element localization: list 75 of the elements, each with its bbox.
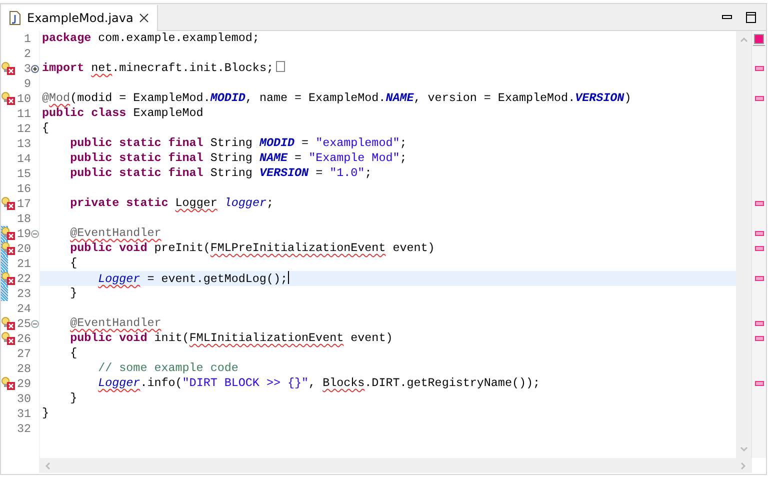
error-quick-fix-icon[interactable] (1, 377, 15, 390)
line-number: 24 (16, 302, 31, 316)
line-number: 20 (16, 242, 31, 256)
line-number: 22 (16, 272, 31, 286)
line-number: 16 (16, 182, 31, 196)
error-quick-fix-icon[interactable] (1, 62, 15, 75)
code-line: { (41, 121, 50, 136)
line-number: 11 (16, 106, 31, 120)
error-marker[interactable] (754, 66, 764, 71)
error-quick-fix-icon[interactable] (1, 92, 15, 105)
code-line: public static final String NAME = "Example Mod"; (69, 151, 407, 166)
line-number: 9 (22, 76, 31, 90)
code-line: private static Logger logger; (69, 196, 274, 211)
line-number: 25 (16, 316, 31, 330)
code-line: public static final String MODID = "examplemod"; (69, 136, 407, 151)
code-line: @Mod(modid = ExampleMod.MODID, name = ExampleMod.NAME, version = ExampleMod.VERSION) (41, 91, 632, 106)
collapse-icon[interactable] (31, 230, 39, 238)
error-marker[interactable] (754, 201, 764, 206)
editor-tab[interactable]: ExampleMod.java (1, 5, 158, 31)
code-line: { (69, 346, 78, 361)
error-quick-fix-icon[interactable] (1, 197, 15, 210)
minimize-icon[interactable] (722, 14, 732, 20)
code-line: @EventHandler (69, 226, 162, 241)
line-number: 30 (16, 392, 31, 406)
code-line: public static final String VERSION = "1.0"; (69, 166, 372, 181)
line-number: 21 (16, 256, 31, 270)
error-marker[interactable] (754, 246, 764, 251)
line-number: 2 (22, 46, 31, 60)
error-quick-fix-icon[interactable] (1, 317, 15, 330)
line-number: 28 (16, 362, 31, 376)
code-line: // some example code (97, 361, 238, 376)
line-number: 19 (16, 226, 31, 240)
java-file-icon (9, 11, 21, 25)
error-marker[interactable] (754, 96, 764, 101)
line-number: 15 (16, 166, 31, 180)
line-number: 17 (16, 196, 31, 210)
error-quick-fix-icon[interactable] (1, 242, 15, 255)
code-line: } (69, 391, 78, 406)
line-number: 31 (16, 406, 31, 420)
line-number: 26 (16, 332, 31, 346)
line-number: 10 (16, 92, 31, 106)
error-marker[interactable] (754, 381, 764, 386)
line-number: 29 (16, 376, 31, 390)
error-quick-fix-icon[interactable] (1, 332, 15, 345)
code-line: public void preInit(FMLPreInitializationEvent event) (69, 241, 435, 256)
line-number: 13 (16, 136, 31, 150)
line-number: 18 (16, 212, 31, 226)
error-marker[interactable] (754, 321, 764, 326)
code-line: public void init(FMLInitializationEvent event) (69, 331, 393, 346)
line-number: 23 (16, 286, 31, 300)
line-number: 1 (22, 32, 31, 46)
error-marker[interactable] (754, 276, 764, 281)
code-line: import net.minecraft.init.Blocks; (40, 61, 286, 76)
maximize-icon[interactable] (746, 12, 756, 22)
code-line: package com.example.examplemod; (41, 31, 260, 46)
code-line: Logger = event.getModLog(); (97, 271, 288, 286)
error-marker[interactable] (754, 336, 764, 341)
code-line: Logger.info("DIRT BLOCK >> {}", Blocks.DIRT.getRegistryName()); (97, 376, 540, 391)
code-line: } (69, 286, 78, 301)
close-icon[interactable] (139, 13, 150, 23)
line-number: 27 (16, 346, 31, 360)
line-number: 32 (16, 422, 31, 436)
error-marker[interactable] (754, 231, 764, 236)
error-quick-fix-icon[interactable] (1, 272, 15, 285)
code-line: } (41, 406, 50, 421)
collapse-icon[interactable] (31, 320, 39, 328)
code-line: { (69, 256, 78, 271)
folded-code-icon[interactable] (276, 61, 286, 72)
code-line: public class ExampleMod (41, 106, 204, 121)
code-line: @EventHandler (69, 316, 162, 331)
expand-icon[interactable] (31, 64, 39, 72)
line-number: 14 (16, 152, 31, 166)
error-quick-fix-icon[interactable] (1, 227, 15, 240)
line-number: 3 (22, 62, 31, 76)
line-number: 12 (16, 122, 31, 136)
